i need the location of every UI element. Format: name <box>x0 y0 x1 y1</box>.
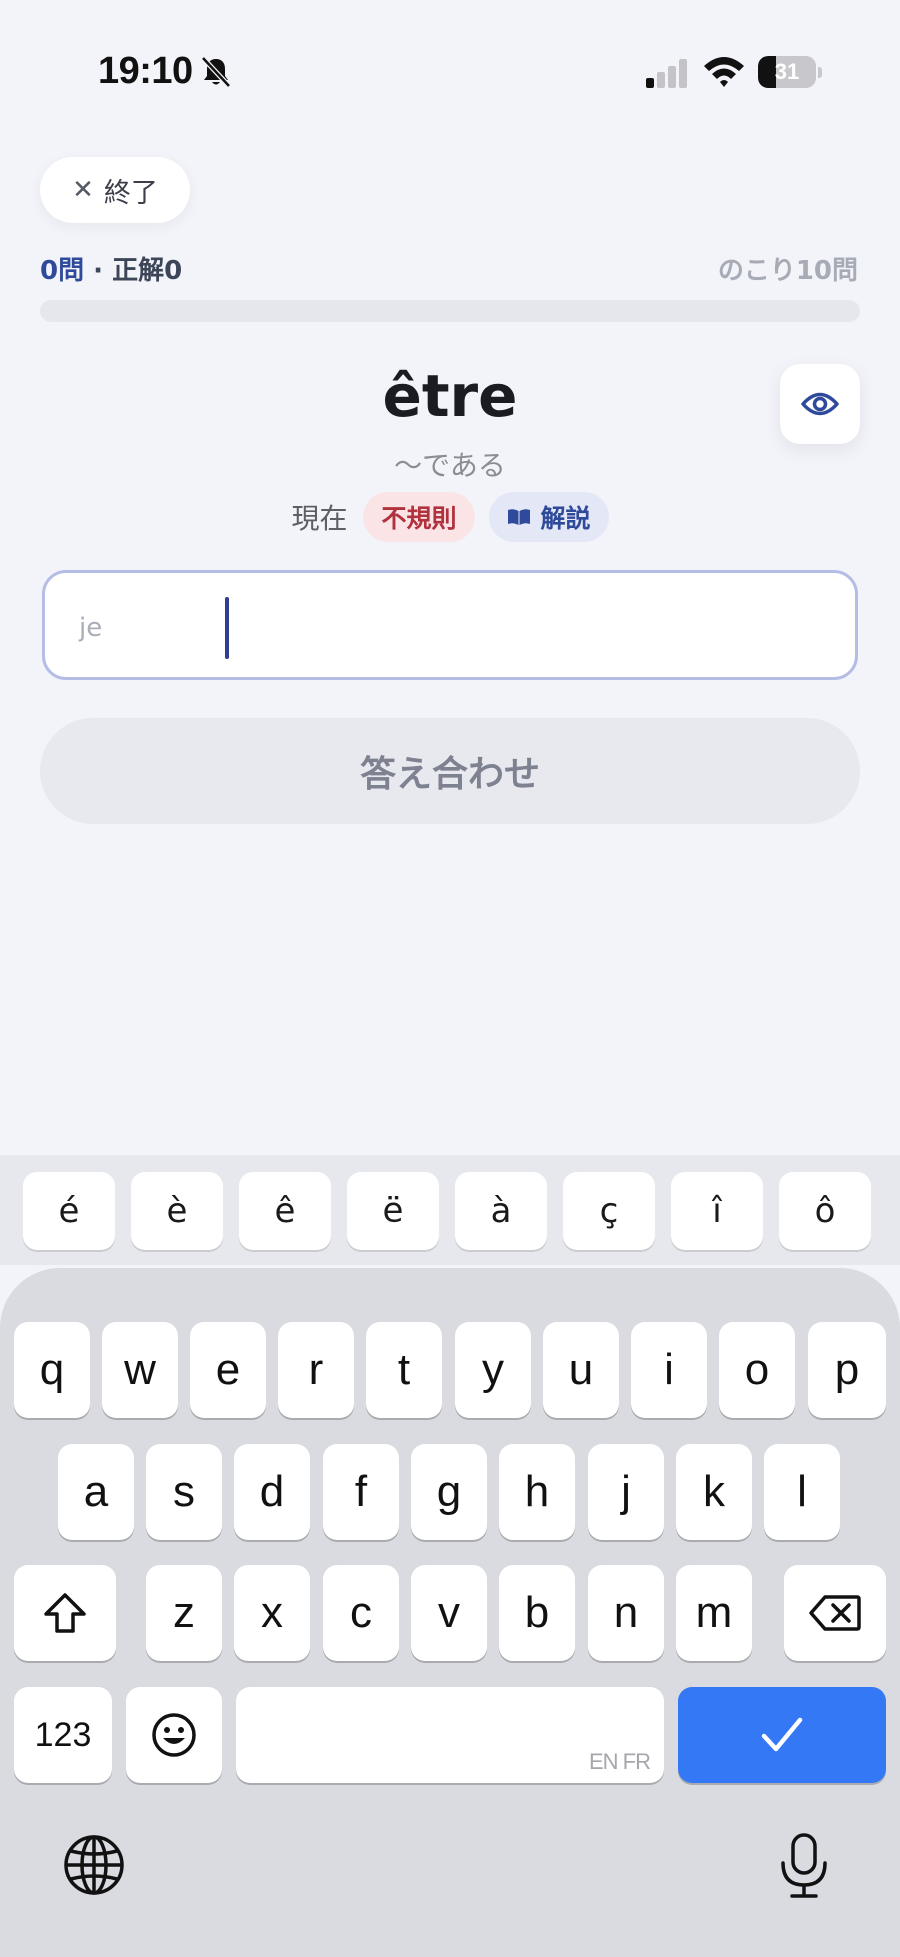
key-q[interactable]: q <box>14 1322 90 1418</box>
keyboard: q w e r t y u i o p a s d f g h j k l z … <box>0 1268 900 1957</box>
battery-level: 31 <box>774 59 800 84</box>
checkmark-icon <box>761 1717 803 1752</box>
verb-title: être <box>382 362 518 430</box>
emoji-key[interactable] <box>126 1687 222 1783</box>
close-icon: ✕ <box>72 175 94 205</box>
irregular-badge: 不規則 <box>363 492 475 542</box>
remaining-count: のこり10問 <box>717 256 858 286</box>
tense-label: 現在 <box>291 502 348 535</box>
key-i[interactable]: i <box>631 1322 707 1418</box>
question-tags: 現在 不規則 解説 <box>0 492 900 542</box>
key-b[interactable]: b <box>499 1565 575 1661</box>
answer-input[interactable]: je <box>42 570 858 680</box>
explanation-button[interactable]: 解説 <box>488 492 609 542</box>
accent-key[interactable]: ë <box>347 1172 439 1250</box>
globe-icon[interactable] <box>62 1833 126 1897</box>
accent-key[interactable]: à <box>455 1172 547 1250</box>
done-key[interactable] <box>678 1687 886 1783</box>
key-z[interactable]: z <box>146 1565 222 1661</box>
eye-icon <box>801 392 839 416</box>
key-p[interactable]: p <box>808 1322 886 1418</box>
text-caret <box>225 597 229 659</box>
accent-key[interactable]: é <box>23 1172 115 1250</box>
key-j[interactable]: j <box>588 1444 664 1540</box>
shift-icon <box>44 1593 86 1633</box>
explanation-label: 解説 <box>540 504 591 533</box>
accent-key[interactable]: ê <box>239 1172 331 1250</box>
verb-meaning: 〜である <box>394 449 506 482</box>
key-h[interactable]: h <box>499 1444 575 1540</box>
key-x[interactable]: x <box>234 1565 310 1661</box>
key-l[interactable]: l <box>764 1444 840 1540</box>
quit-label: 終了 <box>103 177 158 209</box>
battery-icon: 31 <box>758 56 822 88</box>
backspace-key[interactable] <box>784 1565 886 1661</box>
key-f[interactable]: f <box>323 1444 399 1540</box>
key-y[interactable]: y <box>455 1322 531 1418</box>
key-g[interactable]: g <box>411 1444 487 1540</box>
accent-key[interactable]: è <box>131 1172 223 1250</box>
accent-key[interactable]: ô <box>779 1172 871 1250</box>
accent-key[interactable]: ç <box>563 1172 655 1250</box>
status-bar: 19:10 31 <box>0 0 900 140</box>
key-o[interactable]: o <box>719 1322 795 1418</box>
status-time: 19:10 <box>98 50 193 92</box>
key-c[interactable]: c <box>323 1565 399 1661</box>
key-r[interactable]: r <box>278 1322 354 1418</box>
key-d[interactable]: d <box>234 1444 310 1540</box>
key-t[interactable]: t <box>366 1322 442 1418</box>
microphone-icon[interactable] <box>778 1831 830 1901</box>
progress-separator: · <box>84 256 113 286</box>
progress-summary: 0問 · 正解0 <box>40 250 182 287</box>
key-k[interactable]: k <box>676 1444 752 1540</box>
emoji-icon <box>152 1713 196 1757</box>
reveal-answer-button[interactable] <box>780 364 860 444</box>
bell-slash-icon <box>201 56 231 88</box>
key-v[interactable]: v <box>411 1565 487 1661</box>
answered-count: 0問 <box>40 256 85 286</box>
space-key-languages: EN FR <box>589 1749 651 1774</box>
correct-count: 正解0 <box>112 256 183 286</box>
key-e[interactable]: e <box>190 1322 266 1418</box>
numbers-key[interactable]: 123 <box>14 1687 112 1783</box>
book-icon <box>507 509 530 525</box>
key-s[interactable]: s <box>146 1444 222 1540</box>
accent-key-bar: é è ê ë à ç î ô <box>0 1155 900 1265</box>
progress-bar <box>40 300 860 322</box>
backspace-icon <box>809 1595 861 1631</box>
key-m[interactable]: m <box>676 1565 752 1661</box>
check-answer-button[interactable]: 答え合わせ <box>40 718 860 824</box>
key-a[interactable]: a <box>58 1444 134 1540</box>
wifi-icon <box>704 57 744 87</box>
key-u[interactable]: u <box>543 1322 619 1418</box>
pronoun-label: je <box>79 613 103 643</box>
cellular-signal-icon <box>646 59 687 88</box>
key-n[interactable]: n <box>588 1565 664 1661</box>
key-w[interactable]: w <box>102 1322 178 1418</box>
accent-key[interactable]: î <box>671 1172 763 1250</box>
quit-button[interactable]: ✕ 終了 <box>40 157 190 223</box>
space-key[interactable]: EN FR <box>236 1687 664 1783</box>
shift-key[interactable] <box>14 1565 116 1661</box>
